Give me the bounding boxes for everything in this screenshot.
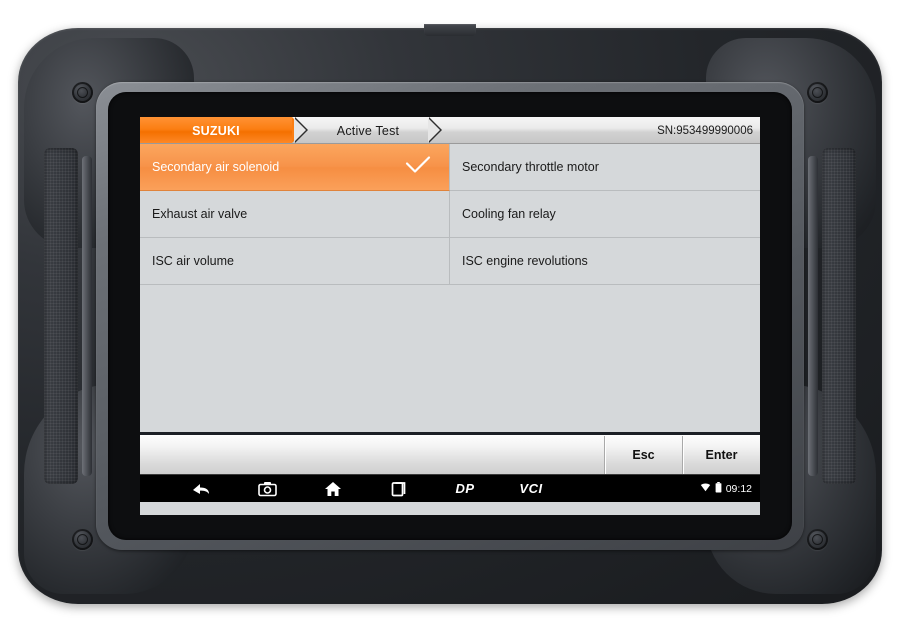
side-rail-left — [82, 156, 92, 476]
list-item-label: Secondary throttle motor — [462, 160, 599, 174]
dp-label: DP — [455, 481, 475, 496]
list-grid: Secondary air solenoid Secondary throttl… — [140, 144, 760, 285]
header-tab-bar: SUZUKI Active Test SN:953499990006 — [140, 117, 760, 144]
check-icon — [403, 156, 433, 179]
bezel-screw-bottom-right — [807, 529, 828, 550]
bezel-screw-top-right — [807, 82, 828, 103]
list-item-isc-air-volume[interactable]: ISC air volume — [140, 238, 450, 285]
vci-label: VCI — [519, 481, 543, 496]
vci-icon[interactable]: VCI — [498, 481, 564, 496]
top-port-notch — [424, 24, 476, 36]
home-icon[interactable] — [300, 481, 366, 497]
screenshot-stage: SUZUKI Active Test SN:953499990006 Secon… — [0, 0, 900, 631]
list-item-label: ISC engine revolutions — [462, 254, 588, 268]
empty-content-area — [140, 287, 760, 432]
tab-brand-suzuki[interactable]: SUZUKI — [140, 117, 307, 143]
status-area: 09:12 — [700, 475, 752, 503]
nav-icon-group: DP VCI — [140, 481, 564, 497]
side-rail-right — [808, 156, 818, 476]
tab-divider-two — [428, 117, 442, 143]
clock-time: 09:12 — [725, 483, 752, 495]
side-grip-texture-right — [822, 148, 856, 484]
recents-icon[interactable] — [366, 481, 432, 497]
tab-brand-label: SUZUKI — [192, 123, 240, 138]
serial-number: SN:953499990006 — [657, 124, 753, 137]
android-navigation-bar: DP VCI 09:12 — [140, 474, 760, 502]
bezel-screw-bottom-left — [72, 529, 93, 550]
camera-icon[interactable] — [234, 481, 300, 497]
battery-icon — [715, 482, 722, 496]
list-item-secondary-throttle-motor[interactable]: Secondary throttle motor — [450, 144, 760, 191]
enter-button[interactable]: Enter — [682, 436, 760, 474]
list-item-exhaust-air-valve[interactable]: Exhaust air valve — [140, 191, 450, 238]
back-icon[interactable] — [168, 481, 234, 497]
list-item-secondary-air-solenoid[interactable]: Secondary air solenoid — [140, 144, 450, 191]
list-item-label: ISC air volume — [152, 254, 234, 268]
esc-button[interactable]: Esc — [604, 436, 682, 474]
tab-active-test-label: Active Test — [336, 123, 400, 138]
tab-active-test[interactable]: Active Test — [308, 117, 428, 143]
wifi-icon — [700, 482, 711, 496]
list-item-label: Exhaust air valve — [152, 207, 248, 221]
side-grip-texture-left — [44, 148, 78, 484]
lcd-screen: SUZUKI Active Test SN:953499990006 Secon… — [140, 117, 760, 515]
list-item-label: Cooling fan relay — [462, 207, 556, 221]
list-item-cooling-fan-relay[interactable]: Cooling fan relay — [450, 191, 760, 238]
bezel-screw-top-left — [72, 82, 93, 103]
active-test-list: Secondary air solenoid Secondary throttl… — [140, 144, 760, 287]
list-item-isc-engine-revolutions[interactable]: ISC engine revolutions — [450, 238, 760, 285]
dp-icon[interactable]: DP — [432, 481, 498, 496]
tab-divider-one — [294, 117, 308, 143]
action-button-bar: Esc Enter — [140, 435, 760, 474]
list-item-label: Secondary air solenoid — [152, 160, 280, 174]
